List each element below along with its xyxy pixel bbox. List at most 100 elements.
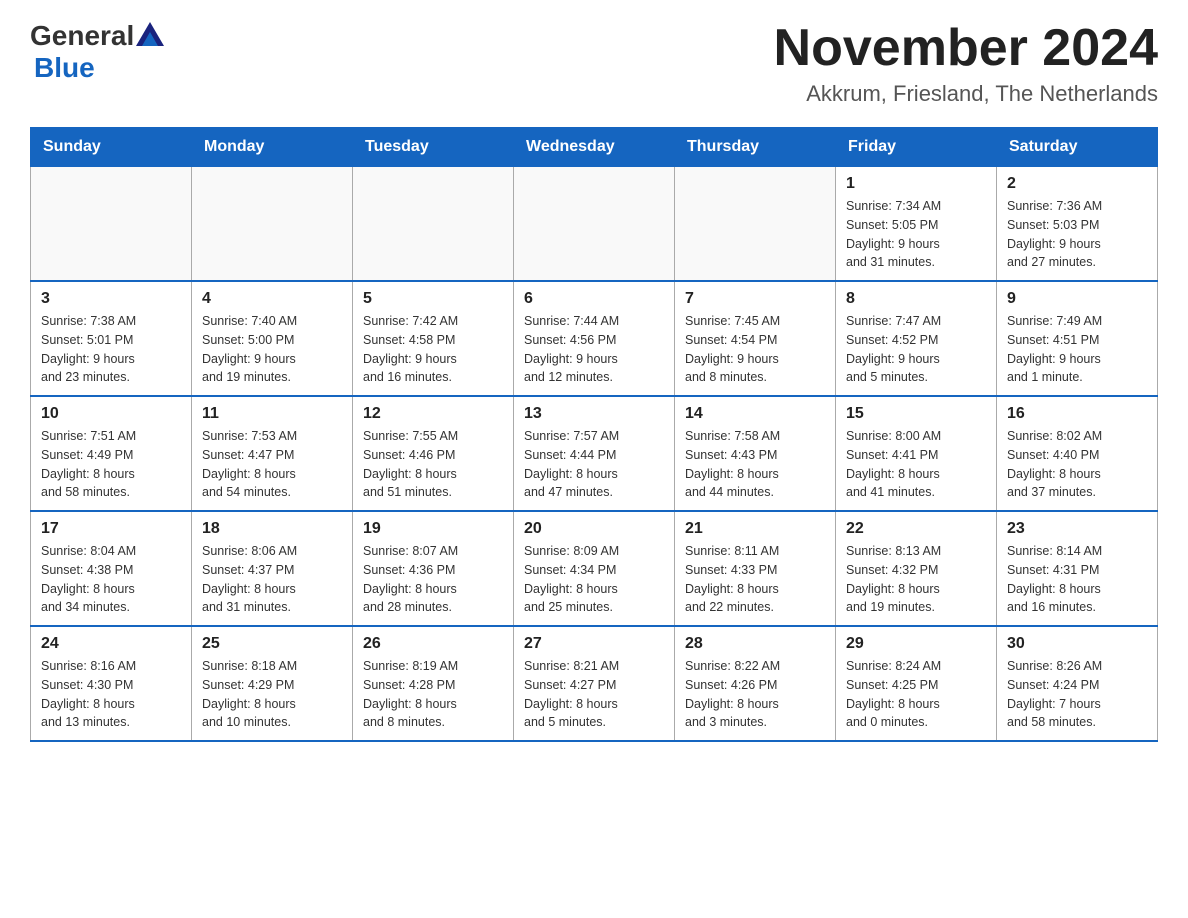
weekday-header-tuesday: Tuesday <box>353 128 514 167</box>
day-info: Sunrise: 8:09 AMSunset: 4:34 PMDaylight:… <box>524 542 664 617</box>
day-number: 1 <box>846 175 986 193</box>
calendar-week-row: 10Sunrise: 7:51 AMSunset: 4:49 PMDayligh… <box>31 396 1158 511</box>
day-number: 24 <box>41 635 181 653</box>
calendar-cell: 29 Sunrise: 8:24 AMSunset: 4:25 PMDayligh… <box>836 626 997 741</box>
calendar-cell <box>353 167 514 282</box>
day-info: Sunrise: 8:14 AMSunset: 4:31 PMDaylight:… <box>1007 542 1147 617</box>
calendar-cell: 11Sunrise: 7:53 AMSunset: 4:47 PMDayligh… <box>192 396 353 511</box>
calendar-cell <box>192 167 353 282</box>
day-number: 10 <box>41 405 181 423</box>
logo-blue-text: Blue <box>34 52 95 84</box>
calendar-week-row: 17 Sunrise: 8:04 AMSunset: 4:38 PMDayligh… <box>31 511 1158 626</box>
calendar-cell: 24Sunrise: 8:16 AMSunset: 4:30 PMDayligh… <box>31 626 192 741</box>
day-info: Sunrise: 8:24 AMSunset: 4:25 PMDaylight:… <box>846 657 986 732</box>
logo-general-text: General <box>30 20 134 52</box>
weekday-header-monday: Monday <box>192 128 353 167</box>
calendar-cell: 27 Sunrise: 8:21 AMSunset: 4:27 PMDayligh… <box>514 626 675 741</box>
day-info: Sunrise: 8:26 AMSunset: 4:24 PMDaylight:… <box>1007 657 1147 732</box>
day-info: Sunrise: 8:18 AMSunset: 4:29 PMDaylight:… <box>202 657 342 732</box>
day-info: Sunrise: 8:07 AMSunset: 4:36 PMDaylight:… <box>363 542 503 617</box>
calendar-cell: 3Sunrise: 7:38 AMSunset: 5:01 PMDaylight… <box>31 281 192 396</box>
day-number: 5 <box>363 290 503 308</box>
day-number: 23 <box>1007 520 1147 538</box>
calendar-cell: 7Sunrise: 7:45 AMSunset: 4:54 PMDaylight… <box>675 281 836 396</box>
logo-icon <box>136 22 164 50</box>
calendar-cell: 18 Sunrise: 8:06 AMSunset: 4:37 PMDayligh… <box>192 511 353 626</box>
day-number: 17 <box>41 520 181 538</box>
weekday-header-wednesday: Wednesday <box>514 128 675 167</box>
day-info: Sunrise: 8:06 AMSunset: 4:37 PMDaylight:… <box>202 542 342 617</box>
day-info: Sunrise: 7:45 AMSunset: 4:54 PMDaylight:… <box>685 312 825 387</box>
day-number: 30 <box>1007 635 1147 653</box>
calendar-cell: 8Sunrise: 7:47 AMSunset: 4:52 PMDaylight… <box>836 281 997 396</box>
day-number: 29 <box>846 635 986 653</box>
calendar-cell: 6Sunrise: 7:44 AMSunset: 4:56 PMDaylight… <box>514 281 675 396</box>
day-info: Sunrise: 8:11 AMSunset: 4:33 PMDaylight:… <box>685 542 825 617</box>
weekday-header-sunday: Sunday <box>31 128 192 167</box>
day-number: 28 <box>685 635 825 653</box>
day-info: Sunrise: 7:42 AMSunset: 4:58 PMDaylight:… <box>363 312 503 387</box>
calendar-cell <box>31 167 192 282</box>
day-info: Sunrise: 8:04 AMSunset: 4:38 PMDaylight:… <box>41 542 181 617</box>
title-block: November 2024 Akkrum, Friesland, The Net… <box>774 20 1158 107</box>
calendar-table: SundayMondayTuesdayWednesdayThursdayFrid… <box>30 127 1158 742</box>
calendar-cell: 21Sunrise: 8:11 AMSunset: 4:33 PMDayligh… <box>675 511 836 626</box>
calendar-cell: 20 Sunrise: 8:09 AMSunset: 4:34 PMDayligh… <box>514 511 675 626</box>
calendar-cell <box>675 167 836 282</box>
calendar-cell: 10Sunrise: 7:51 AMSunset: 4:49 PMDayligh… <box>31 396 192 511</box>
calendar-week-row: 24Sunrise: 8:16 AMSunset: 4:30 PMDayligh… <box>31 626 1158 741</box>
day-number: 8 <box>846 290 986 308</box>
day-info: Sunrise: 7:36 AMSunset: 5:03 PMDaylight:… <box>1007 197 1147 272</box>
calendar-cell: 15 Sunrise: 8:00 AMSunset: 4:41 PMDayligh… <box>836 396 997 511</box>
calendar-week-row: 1 Sunrise: 7:34 AMSunset: 5:05 PMDaylight… <box>31 167 1158 282</box>
day-info: Sunrise: 8:13 AMSunset: 4:32 PMDaylight:… <box>846 542 986 617</box>
calendar-cell: 26Sunrise: 8:19 AMSunset: 4:28 PMDayligh… <box>353 626 514 741</box>
day-number: 2 <box>1007 175 1147 193</box>
calendar-cell: 14 Sunrise: 7:58 AMSunset: 4:43 PMDayligh… <box>675 396 836 511</box>
calendar-cell: 23 Sunrise: 8:14 AMSunset: 4:31 PMDayligh… <box>997 511 1158 626</box>
calendar-cell: 28 Sunrise: 8:22 AMSunset: 4:26 PMDayligh… <box>675 626 836 741</box>
calendar-cell: 1 Sunrise: 7:34 AMSunset: 5:05 PMDaylight… <box>836 167 997 282</box>
day-number: 25 <box>202 635 342 653</box>
day-info: Sunrise: 7:34 AMSunset: 5:05 PMDaylight:… <box>846 197 986 272</box>
day-number: 9 <box>1007 290 1147 308</box>
calendar-cell: 17 Sunrise: 8:04 AMSunset: 4:38 PMDayligh… <box>31 511 192 626</box>
day-number: 20 <box>524 520 664 538</box>
calendar-cell: 19 Sunrise: 8:07 AMSunset: 4:36 PMDayligh… <box>353 511 514 626</box>
day-number: 22 <box>846 520 986 538</box>
day-number: 19 <box>363 520 503 538</box>
day-info: Sunrise: 8:19 AMSunset: 4:28 PMDaylight:… <box>363 657 503 732</box>
weekday-header-friday: Friday <box>836 128 997 167</box>
calendar-cell: 30 Sunrise: 8:26 AMSunset: 4:24 PMDayligh… <box>997 626 1158 741</box>
location-subtitle: Akkrum, Friesland, The Netherlands <box>774 81 1158 107</box>
calendar-cell <box>514 167 675 282</box>
page-header: General Blue November 2024 Akkrum, Fries… <box>30 20 1158 107</box>
day-info: Sunrise: 8:21 AMSunset: 4:27 PMDaylight:… <box>524 657 664 732</box>
calendar-cell: 9 Sunrise: 7:49 AMSunset: 4:51 PMDaylight… <box>997 281 1158 396</box>
day-info: Sunrise: 7:49 AMSunset: 4:51 PMDaylight:… <box>1007 312 1147 387</box>
day-number: 12 <box>363 405 503 423</box>
day-info: Sunrise: 8:02 AMSunset: 4:40 PMDaylight:… <box>1007 427 1147 502</box>
day-number: 13 <box>524 405 664 423</box>
calendar-cell: 12 Sunrise: 7:55 AMSunset: 4:46 PMDayligh… <box>353 396 514 511</box>
calendar-cell: 25 Sunrise: 8:18 AMSunset: 4:29 PMDayligh… <box>192 626 353 741</box>
calendar-cell: 4Sunrise: 7:40 AMSunset: 5:00 PMDaylight… <box>192 281 353 396</box>
calendar-week-row: 3Sunrise: 7:38 AMSunset: 5:01 PMDaylight… <box>31 281 1158 396</box>
day-number: 27 <box>524 635 664 653</box>
weekday-header-saturday: Saturday <box>997 128 1158 167</box>
day-number: 15 <box>846 405 986 423</box>
day-info: Sunrise: 7:53 AMSunset: 4:47 PMDaylight:… <box>202 427 342 502</box>
day-number: 16 <box>1007 405 1147 423</box>
weekday-header-row: SundayMondayTuesdayWednesdayThursdayFrid… <box>31 128 1158 167</box>
logo: General Blue <box>30 20 166 84</box>
day-info: Sunrise: 8:00 AMSunset: 4:41 PMDaylight:… <box>846 427 986 502</box>
day-info: Sunrise: 7:40 AMSunset: 5:00 PMDaylight:… <box>202 312 342 387</box>
day-info: Sunrise: 7:58 AMSunset: 4:43 PMDaylight:… <box>685 427 825 502</box>
calendar-cell: 5 Sunrise: 7:42 AMSunset: 4:58 PMDaylight… <box>353 281 514 396</box>
day-info: Sunrise: 8:22 AMSunset: 4:26 PMDaylight:… <box>685 657 825 732</box>
day-info: Sunrise: 7:38 AMSunset: 5:01 PMDaylight:… <box>41 312 181 387</box>
day-number: 14 <box>685 405 825 423</box>
day-number: 18 <box>202 520 342 538</box>
day-info: Sunrise: 7:55 AMSunset: 4:46 PMDaylight:… <box>363 427 503 502</box>
calendar-cell: 13Sunrise: 7:57 AMSunset: 4:44 PMDayligh… <box>514 396 675 511</box>
